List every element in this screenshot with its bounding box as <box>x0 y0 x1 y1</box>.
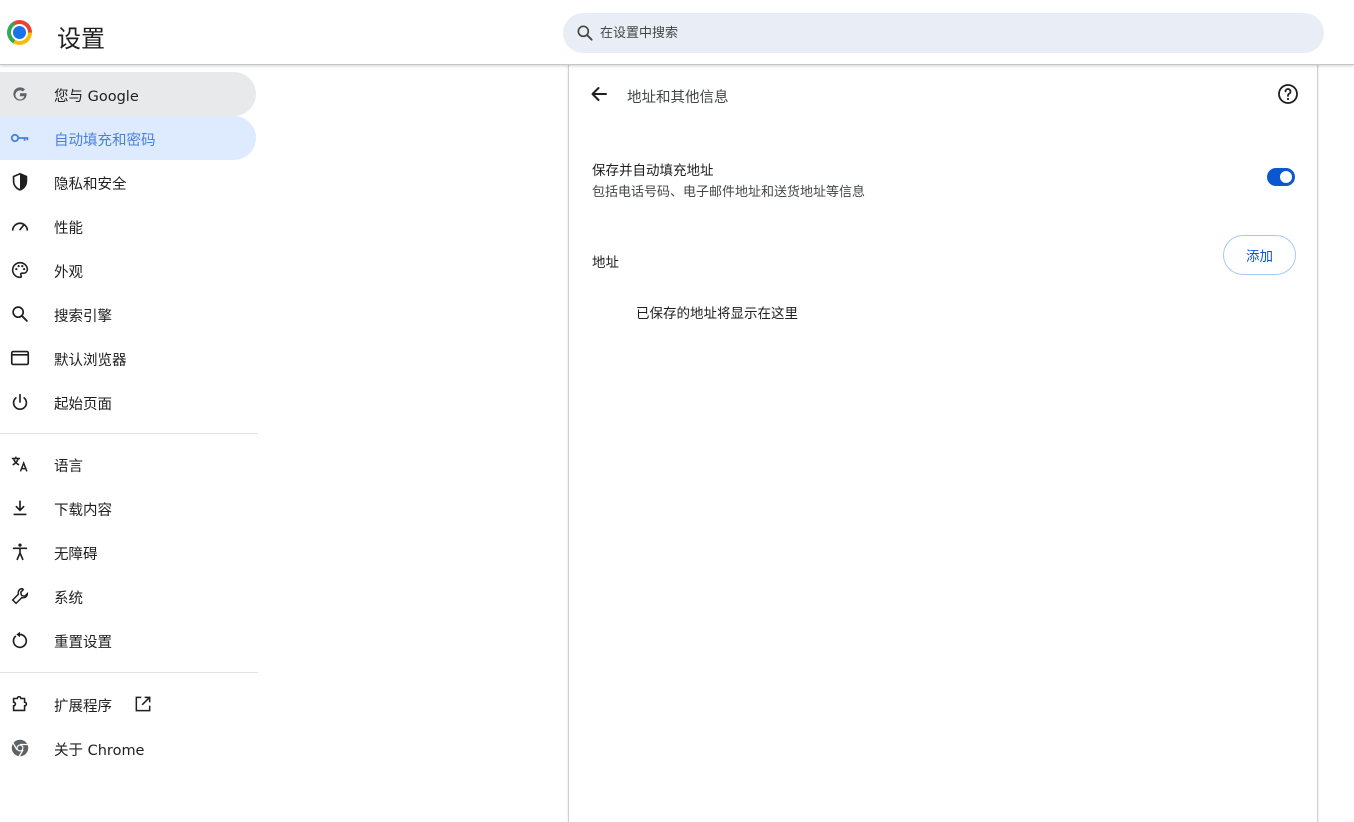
sidebar-item-label: 默认浏览器 <box>54 353 127 369</box>
sidebar-item-accessibility[interactable]: 无障碍 <box>0 530 256 574</box>
empty-addresses-text: 已保存的地址将显示在这里 <box>636 306 798 322</box>
chrome-logo-icon <box>7 20 32 45</box>
sidebar-item-on-startup[interactable]: 起始页面 <box>0 380 256 424</box>
google-icon <box>13 87 28 101</box>
shield-icon <box>12 172 28 191</box>
setting-description: 包括电话号码、电子邮件地址和送货地址等信息 <box>592 185 866 200</box>
sidebar-item-label: 重置设置 <box>54 635 112 651</box>
top-bar: 设置 <box>0 0 1354 65</box>
search-icon <box>577 25 593 41</box>
sidebar-item-label: 搜索引擎 <box>54 309 112 325</box>
sidebar: 您与 Google 自动填充和密码 隐私和安全 性能 外观 搜索引擎 默认浏览器… <box>0 65 260 809</box>
gauge-icon <box>11 222 29 231</box>
back-arrow-icon[interactable] <box>587 82 611 106</box>
page-title: 设置 <box>57 25 105 53</box>
sidebar-item-label: 外观 <box>54 265 83 281</box>
sidebar-item-performance[interactable]: 性能 <box>0 204 256 248</box>
sidebar-item-reset[interactable]: 重置设置 <box>0 618 256 662</box>
sidebar-item-appearance[interactable]: 外观 <box>0 248 256 292</box>
sidebar-item-label: 语言 <box>54 459 83 475</box>
chrome-icon <box>11 739 29 757</box>
search-icon <box>12 306 28 322</box>
sidebar-item-label: 您与 Google <box>54 89 139 105</box>
search-input[interactable] <box>600 13 1300 53</box>
autofill-addresses-toggle[interactable] <box>1267 168 1295 186</box>
sidebar-item-extensions[interactable]: 扩展程序 <box>0 682 256 726</box>
help-icon[interactable] <box>1276 82 1300 106</box>
toggle-knob <box>1280 171 1292 183</box>
accessibility-icon <box>12 543 28 561</box>
download-icon <box>13 500 27 516</box>
sidebar-item-label: 自动填充和密码 <box>54 133 156 149</box>
sidebar-item-label: 系统 <box>54 591 83 607</box>
translate-icon <box>11 456 28 472</box>
sidebar-item-label: 性能 <box>54 221 83 237</box>
sidebar-item-privacy[interactable]: 隐私和安全 <box>0 160 256 204</box>
open-in-new-icon <box>135 696 151 712</box>
setting-title: 保存并自动填充地址 <box>592 163 714 179</box>
puzzle-icon <box>12 695 28 712</box>
sidebar-item-autofill[interactable]: 自动填充和密码 <box>0 116 256 160</box>
wrench-icon <box>11 587 29 605</box>
palette-icon <box>11 261 29 279</box>
sidebar-item-label: 隐私和安全 <box>54 177 127 193</box>
sidebar-item-label: 无障碍 <box>54 547 98 563</box>
search-box[interactable] <box>563 13 1324 53</box>
add-address-button[interactable]: 添加 <box>1223 235 1296 275</box>
power-icon <box>12 393 28 410</box>
settings-card: 地址和其他信息 保存并自动填充地址 包括电话号码、电子邮件地址和送货地址等信息 … <box>568 62 1318 822</box>
sidebar-item-label: 起始页面 <box>54 397 112 413</box>
addresses-section-label: 地址 <box>592 255 619 271</box>
sidebar-item-languages[interactable]: 语言 <box>0 442 256 486</box>
sidebar-item-default-browser[interactable]: 默认浏览器 <box>0 336 256 380</box>
sidebar-item-search-engine[interactable]: 搜索引擎 <box>0 292 256 336</box>
subpage-title: 地址和其他信息 <box>627 90 729 106</box>
sidebar-item-about-chrome[interactable]: 关于 Chrome <box>0 726 256 770</box>
browser-window-icon <box>10 350 30 366</box>
key-icon <box>10 133 29 143</box>
reset-icon <box>12 631 28 649</box>
sidebar-divider <box>0 433 258 434</box>
sidebar-item-label: 关于 Chrome <box>54 743 145 759</box>
sidebar-item-system[interactable]: 系统 <box>0 574 256 618</box>
sidebar-item-you-and-google[interactable]: 您与 Google <box>0 72 256 116</box>
sidebar-item-downloads[interactable]: 下载内容 <box>0 486 256 530</box>
sidebar-divider <box>0 672 258 673</box>
sidebar-item-label: 扩展程序 <box>54 699 112 715</box>
sidebar-item-label: 下载内容 <box>54 503 112 519</box>
